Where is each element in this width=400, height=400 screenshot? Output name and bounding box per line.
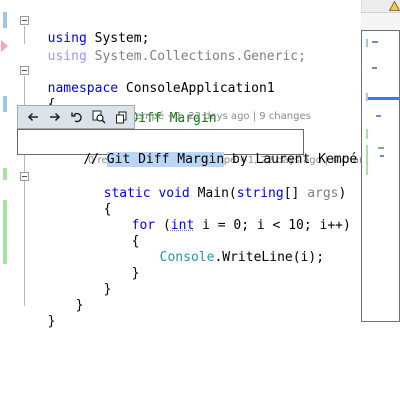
code-line-11[interactable]: } — [116, 247, 140, 281]
compare-search-icon — [92, 110, 106, 124]
added-marker-1[interactable] — [3, 168, 7, 180]
popup-comment-suffix: by Laurent Kempé — [224, 152, 358, 167]
scrollbar-track-top — [361, 13, 400, 30]
fold-guide-method — [24, 182, 25, 276]
minimap-code-preview — [372, 41, 378, 43]
copy-icon — [115, 111, 126, 123]
code-line-12[interactable]: } — [88, 263, 112, 297]
arrow-left-icon — [27, 112, 38, 122]
diff-old-text-popup: // Git Diff Margin by Laurent Kempé — [17, 129, 357, 167]
minimap-modified-mark — [366, 93, 368, 101]
fold-guide-using — [24, 26, 25, 44]
fold-toggle-namespace[interactable] — [20, 66, 29, 75]
type-name: Console — [159, 250, 215, 265]
minimap-code-preview — [376, 115, 381, 117]
minimap-added-mark — [366, 145, 368, 175]
minimap-viewport-indicator — [366, 97, 400, 100]
code-text: } — [131, 266, 140, 281]
code-text: } — [47, 314, 56, 329]
popup-highlight: Git Diff Margin — [106, 152, 225, 167]
code-line-14[interactable]: } — [32, 295, 56, 329]
rollback-change-button[interactable] — [68, 108, 86, 126]
popup-comment-prefix: // — [83, 152, 107, 167]
code-line-10[interactable]: Console.WriteLine(i); — [144, 231, 324, 265]
warning-icon — [389, 1, 400, 11]
code-line-8[interactable]: for (int i = 0; i < 10; i++) — [116, 199, 351, 233]
minimap-code-preview — [380, 155, 384, 157]
minimap-added-mark — [366, 129, 368, 139]
code-text: .WriteLine(i); — [214, 250, 325, 265]
diff-toolbar — [17, 105, 135, 129]
code-line-4[interactable]: { — [32, 78, 56, 112]
code-line-13[interactable]: } — [60, 279, 84, 313]
scrollbar-up-area[interactable] — [361, 0, 400, 12]
code-line-3[interactable]: namespace ConsoleApplication1 — [32, 62, 275, 96]
fold-toggle-using[interactable] — [20, 16, 29, 25]
modified-marker-1[interactable] — [3, 12, 7, 28]
deleted-marker[interactable] — [1, 40, 8, 52]
fold-toggle-method[interactable] — [20, 172, 29, 181]
minimap[interactable] — [361, 30, 400, 322]
modified-marker-2[interactable] — [3, 96, 7, 112]
next-change-button[interactable] — [46, 108, 64, 126]
minimap-code-preview — [378, 147, 384, 149]
code-line-2[interactable]: using System.Collections.Generic; — [32, 30, 306, 64]
minimap-modified-mark — [366, 39, 368, 47]
code-text: } — [75, 298, 84, 313]
show-difference-button[interactable] — [90, 108, 108, 126]
code-text: } — [103, 282, 112, 297]
added-marker-2[interactable] — [3, 200, 7, 264]
popup-code-line[interactable]: // Git Diff Margin by Laurent Kempé — [52, 133, 357, 187]
arrow-right-icon — [50, 112, 61, 122]
minimap-code-preview — [372, 67, 377, 69]
code-line-1[interactable]: using System; — [32, 12, 150, 46]
undo-icon — [71, 112, 82, 123]
code-line-9[interactable]: { — [116, 215, 140, 249]
copy-old-text-button[interactable] — [112, 108, 130, 126]
previous-change-button[interactable] — [24, 108, 42, 126]
code-text: { — [103, 202, 112, 217]
